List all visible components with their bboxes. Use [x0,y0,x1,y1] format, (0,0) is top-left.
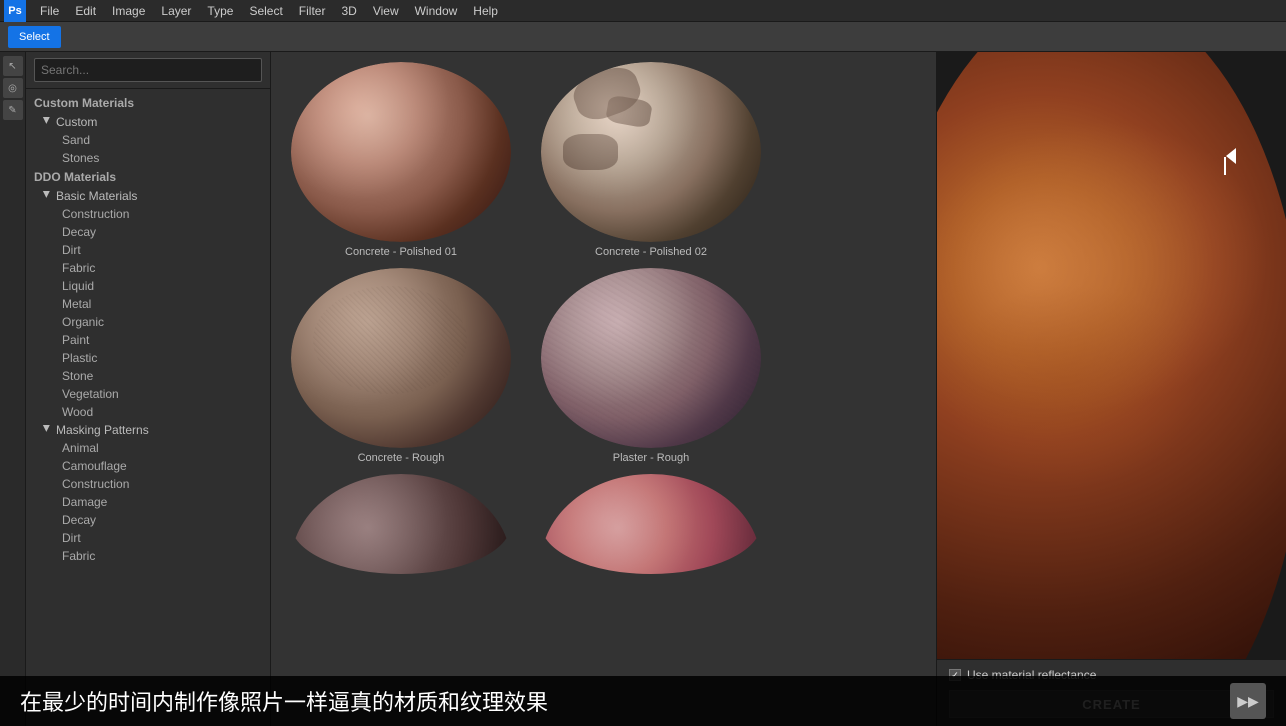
group-custom-label: Custom [56,115,97,129]
item-decay-mask[interactable]: Decay [26,511,270,529]
sphere-4 [291,474,511,574]
cursor-arrow [1226,148,1236,164]
item-stones[interactable]: Stones [26,149,270,167]
sphere-3 [541,268,761,448]
sidebar: Custom Materials ▶ Custom Sand Stones DD… [26,52,271,726]
toolbar: Select [0,22,1286,52]
item-animal[interactable]: Animal [26,439,270,457]
menu-edit[interactable]: Edit [67,2,104,20]
item-fabric-mask[interactable]: Fabric [26,547,270,565]
left-tools-panel: ↖ ◎ ✎ [0,52,26,726]
sphere-5 [541,474,761,574]
toolbar-select-btn[interactable]: Select [8,26,61,48]
tool-lasso[interactable]: ◎ [3,78,23,98]
sphere-2 [291,268,511,448]
item-liquid[interactable]: Liquid [26,277,270,295]
menu-3d[interactable]: 3D [333,2,364,20]
group-custom[interactable]: ▶ Custom [26,113,270,131]
item-dirt-mask[interactable]: Dirt [26,529,270,547]
material-card-0[interactable]: Concrete - Polished 01 [281,62,521,258]
item-paint[interactable]: Paint [26,331,270,349]
material-label-0: Concrete - Polished 01 [345,246,457,258]
menu-window[interactable]: Window [407,2,466,20]
menu-help[interactable]: Help [465,2,506,20]
item-decay[interactable]: Decay [26,223,270,241]
menu-select[interactable]: Select [241,2,290,20]
menu-file[interactable]: File [32,2,67,20]
tool-paint[interactable]: ✎ [3,100,23,120]
material-label-3: Plaster - Rough [613,452,689,464]
planet-preview [937,52,1286,659]
item-damage[interactable]: Damage [26,493,270,511]
tool-move[interactable]: ↖ [3,56,23,76]
item-sand[interactable]: Sand [26,131,270,149]
menu-layer[interactable]: Layer [153,2,199,20]
item-organic[interactable]: Organic [26,313,270,331]
sphere-1 [541,62,761,242]
group-masking-label: Masking Patterns [56,423,149,437]
chevron-masking: ▶ [42,425,52,435]
chevron-custom: ▶ [42,117,52,127]
subtitle-bar: 在最少的时间内制作像照片一样逼真的材质和纹理效果 ▶▶ [0,676,1286,726]
item-construction-mask[interactable]: Construction [26,475,270,493]
item-metal[interactable]: Metal [26,295,270,313]
menu-view[interactable]: View [365,2,407,20]
section-custom-materials[interactable]: Custom Materials [26,93,270,113]
chevron-basic: ▶ [42,191,52,201]
material-card-4[interactable] [281,474,521,578]
group-masking-patterns[interactable]: ▶ Masking Patterns [26,421,270,439]
play-button[interactable]: ▶▶ [1230,683,1266,719]
material-card-2[interactable]: Concrete - Rough [281,268,521,464]
right-panel: Use material reflectance CREATE [936,52,1286,726]
item-construction[interactable]: Construction [26,205,270,223]
item-plastic[interactable]: Plastic [26,349,270,367]
subtitle-text: 在最少的时间内制作像照片一样逼真的材质和纹理效果 [20,685,548,717]
item-stone[interactable]: Stone [26,367,270,385]
material-card-3[interactable]: Plaster - Rough [531,268,771,464]
search-box [26,52,270,89]
menu-type[interactable]: Type [199,2,241,20]
section-ddo-materials[interactable]: DDO Materials [26,167,270,187]
group-basic-materials[interactable]: ▶ Basic Materials [26,187,270,205]
item-camouflage[interactable]: Camouflage [26,457,270,475]
material-card-5[interactable] [531,474,771,578]
material-label-2: Concrete - Rough [358,452,445,464]
app-logo: Ps [4,0,26,22]
group-basic-label: Basic Materials [56,189,137,203]
material-label-1: Concrete - Polished 02 [595,246,707,258]
menu-image[interactable]: Image [104,2,153,20]
sphere-0 [291,62,511,242]
item-wood[interactable]: Wood [26,403,270,421]
tree-container: Custom Materials ▶ Custom Sand Stones DD… [26,89,270,726]
menubar: Ps File Edit Image Layer Type Select Fil… [0,0,1286,22]
search-input[interactable] [34,58,262,82]
material-card-1[interactable]: Concrete - Polished 02 [531,62,771,258]
main-layout: ↖ ◎ ✎ Custom Materials ▶ Custom Sand Sto… [0,52,1286,726]
item-vegetation[interactable]: Vegetation [26,385,270,403]
item-dirt[interactable]: Dirt [26,241,270,259]
menu-filter[interactable]: Filter [291,2,334,20]
materials-grid: Concrete - Polished 01 Concrete - Polish… [271,52,936,726]
item-fabric[interactable]: Fabric [26,259,270,277]
